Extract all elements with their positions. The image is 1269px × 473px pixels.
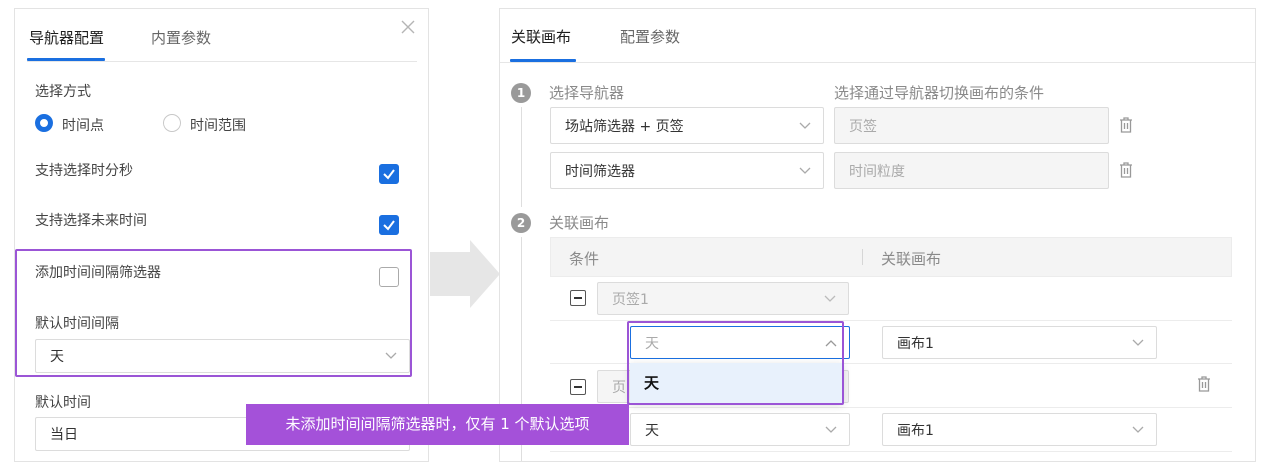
support-future-checkbox[interactable] (379, 215, 399, 235)
sub-condition-select-2[interactable]: 天 (630, 413, 850, 446)
tab-navigator-config[interactable]: 导航器配置 (29, 27, 104, 48)
flow-arrow-icon (470, 240, 500, 308)
collapse-group-2-button[interactable] (570, 379, 586, 395)
radio-time-point-label: 时间点 (62, 118, 104, 134)
close-icon[interactable] (401, 20, 415, 34)
trash-icon[interactable] (1118, 161, 1134, 179)
info-tooltip: 未添加时间间隔筛选器时，仅有 1 个默认选项 (246, 404, 629, 445)
group-1-condition-select: 页签1 (597, 282, 849, 315)
navigator-select-1[interactable]: 场站筛选器 + 页签 (550, 107, 824, 144)
support-hms-label: 支持选择时分秒 (35, 163, 133, 179)
chevron-down-icon (824, 295, 836, 302)
interval-highlight-box (15, 249, 412, 377)
radio-time-point[interactable] (35, 114, 53, 132)
switch-condition-title: 选择通过导航器切换画布的条件 (834, 84, 1045, 102)
support-hms-checkbox[interactable] (379, 164, 399, 184)
group-1-label: 页签1 (612, 291, 649, 308)
condition-field-1: 页签 (834, 107, 1109, 144)
condition-field-2: 时间粒度 (834, 152, 1109, 189)
trash-icon[interactable] (1196, 375, 1212, 393)
canvas-value-2: 画布1 (897, 422, 934, 439)
chevron-down-icon (825, 426, 837, 433)
chevron-down-icon (799, 122, 811, 129)
header-condition: 条件 (569, 250, 600, 268)
tab-builtin-params[interactable]: 内置参数 (151, 27, 211, 48)
navigator-config-panel: 导航器配置 内置参数 选择方式 时间点 时间范围 支持选择时分秒 支持选择未来时… (14, 8, 429, 462)
step-connector-line (521, 107, 522, 207)
collapse-group-1-button[interactable] (570, 290, 586, 306)
condition-value-1: 页签 (849, 118, 877, 135)
condition-value-2: 时间粒度 (849, 163, 905, 180)
navigator-value-1: 场站筛选器 + 页签 (565, 118, 684, 135)
header-separator (862, 249, 863, 265)
link-canvas-title: 关联画布 (549, 214, 610, 232)
sub-condition-value-2: 天 (645, 422, 659, 439)
chevron-down-icon (1132, 426, 1144, 433)
tab-divider (27, 61, 417, 62)
trash-icon[interactable] (1118, 116, 1134, 134)
flow-arrow-body (430, 252, 472, 296)
default-time-value: 当日 (50, 427, 78, 443)
tab-link-canvas[interactable]: 关联画布 (511, 26, 571, 47)
step-1-badge: 1 (511, 83, 531, 103)
group-2-label: 页 (612, 379, 626, 396)
support-future-label: 支持选择未来时间 (35, 213, 147, 229)
tab-config-params[interactable]: 配置参数 (620, 26, 680, 47)
canvas-select-2[interactable]: 画布1 (882, 413, 1157, 446)
select-navigator-title: 选择导航器 (549, 84, 625, 102)
select-mode-label: 选择方式 (35, 84, 91, 100)
tab-divider (500, 62, 1255, 63)
canvas-link-panel: 关联画布 配置参数 1 选择导航器 选择通过导航器切换画布的条件 场站筛选器 +… (499, 8, 1256, 462)
check-icon (383, 169, 395, 180)
radio-time-range-label: 时间范围 (190, 118, 246, 134)
chevron-down-icon (799, 167, 811, 174)
step-2-badge: 2 (511, 213, 531, 233)
default-time-label: 默认时间 (35, 395, 91, 411)
navigator-select-2[interactable]: 时间筛选器 (550, 152, 824, 189)
canvas-value-1: 画布1 (897, 335, 934, 352)
row-divider (550, 407, 1232, 408)
radio-time-range[interactable] (163, 114, 181, 132)
canvas-select-1[interactable]: 画布1 (882, 326, 1157, 359)
check-icon (383, 220, 395, 231)
header-canvas: 关联画布 (881, 250, 942, 268)
dropdown-highlight-box (627, 321, 844, 405)
navigator-value-2: 时间筛选器 (565, 163, 635, 180)
chevron-down-icon (1132, 339, 1144, 346)
row-divider (550, 451, 1232, 452)
